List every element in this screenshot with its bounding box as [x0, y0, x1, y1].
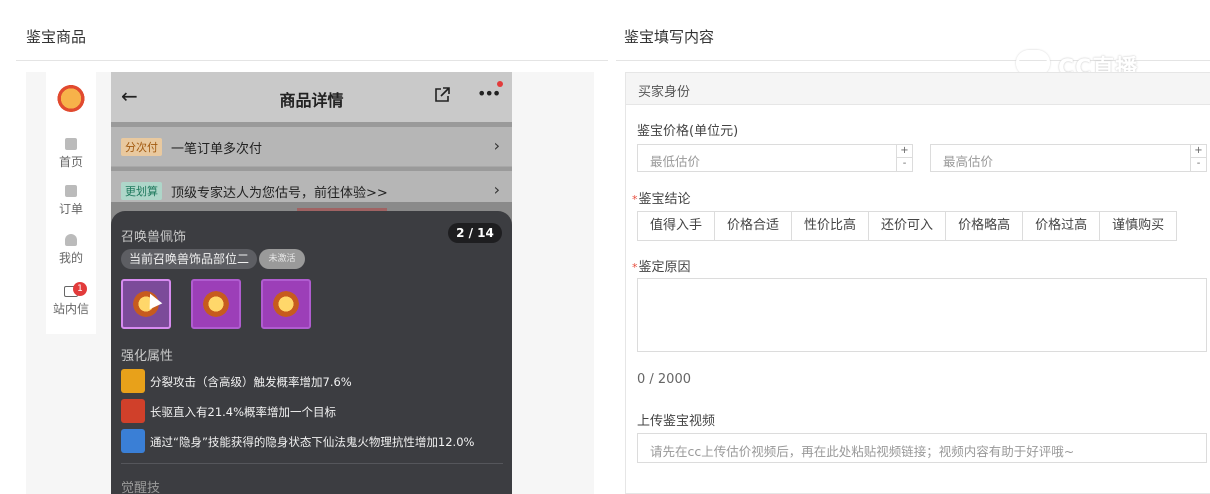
max-price-stepper[interactable]: + -: [1190, 145, 1206, 171]
home-icon: [65, 138, 77, 150]
nav-item-messages[interactable]: 1 站内信: [46, 282, 96, 317]
reason-label-text: 鉴定原因: [638, 260, 691, 275]
max-price-placeholder: 最高估价: [943, 154, 994, 169]
min-price-input[interactable]: 最低估价 + -: [637, 144, 913, 172]
video-link-placeholder: 请先在cc上传估价视频后，再在此处粘贴视频链接；视频内容有助于好评哦~: [650, 444, 1075, 459]
accessory-item-3[interactable]: [261, 279, 311, 329]
promo-tag: 更划算: [121, 182, 162, 200]
side-nav: 首页 订单 我的 1 站内信: [46, 72, 96, 334]
accessory-item-1[interactable]: [121, 279, 171, 329]
installment-tag: 分次付: [121, 138, 162, 156]
right-pane-title: 鉴宝填写内容: [624, 28, 715, 46]
option-bargain-ok[interactable]: 还价可入: [869, 212, 947, 240]
video-link-input[interactable]: 请先在cc上传估价视频后，再在此处粘贴视频链接；视频内容有助于好评哦~: [637, 433, 1207, 463]
unread-badge: 1: [73, 282, 87, 296]
max-price-input[interactable]: 最高估价 + -: [930, 144, 1207, 172]
option-be-cautious[interactable]: 谨慎购买: [1100, 212, 1177, 240]
skill-icon: [121, 369, 145, 393]
nav-item-orders[interactable]: 订单: [46, 185, 96, 217]
attribute-row: 长驱直入有21.4%概率增加一个目标: [121, 399, 511, 425]
attribute-text: 长驱直入有21.4%概率增加一个目标: [150, 405, 337, 419]
required-mark: *: [632, 193, 638, 206]
installment-text: 一笔订单多次付: [171, 142, 263, 157]
order-icon: [65, 185, 77, 197]
nav-label: 我的: [58, 251, 83, 265]
item-detail-popup: 召唤兽佩饰 2 / 14 当前召唤兽饰品部位二 未激活 强化属性 分裂攻击（含高…: [111, 211, 512, 494]
share-icon[interactable]: [433, 86, 451, 104]
awaken-section-title: 觉醒技: [121, 481, 161, 494]
left-divider: [16, 60, 608, 61]
person-icon: [65, 234, 77, 246]
conclusion-label: *鉴宝结论: [632, 188, 691, 207]
popup-divider: [121, 463, 503, 464]
phone-title: 商品详情: [279, 91, 344, 110]
gem-icon: [271, 289, 301, 319]
promo-text: 顶级专家达人为您估号，前往体验>>: [171, 186, 388, 201]
form-section-header: 买家身份: [626, 73, 1210, 105]
attribute-text: 分裂攻击（含高级）触发概率增加7.6%: [150, 375, 352, 389]
nav-label: 订单: [58, 202, 83, 216]
chevron-right-icon: ›: [493, 136, 500, 155]
buyer-identity-label: 买家身份: [638, 85, 691, 100]
nav-label: 站内信: [52, 302, 89, 316]
attribute-row: 通过“隐身”技能获得的隐身状态下仙法鬼火物理抗性增加12.0%: [121, 429, 511, 455]
phone-header: ← 商品详情 •••: [111, 72, 512, 122]
price-label: 鉴宝价格(单位元): [637, 124, 739, 139]
left-pane-title: 鉴宝商品: [26, 28, 87, 46]
reason-textarea[interactable]: [637, 278, 1207, 352]
inactive-mark: 未激活: [259, 249, 305, 269]
nav-label: 首页: [58, 155, 83, 169]
enhance-section-title: 强化属性: [121, 349, 174, 364]
required-mark: *: [632, 261, 638, 274]
video-label: 上传鉴宝视频: [637, 414, 716, 429]
option-too-high[interactable]: 价格过高: [1023, 212, 1101, 240]
char-counter: 0 / 2000: [637, 372, 691, 387]
min-price-stepper[interactable]: + -: [896, 145, 912, 171]
option-fair-price[interactable]: 价格合适: [715, 212, 793, 240]
decrement-button[interactable]: -: [897, 158, 912, 171]
attribute-row: 分裂攻击（含高级）触发概率增加7.6%: [121, 369, 511, 395]
slot-chip: 当前召唤兽饰品部位二: [121, 249, 258, 269]
page-indicator: 2 / 14: [448, 223, 502, 243]
nav-item-mine[interactable]: 我的: [46, 234, 96, 266]
conclusion-label-text: 鉴宝结论: [638, 192, 691, 207]
popup-title: 召唤兽佩饰: [121, 230, 187, 245]
nav-item-home[interactable]: 首页: [46, 138, 96, 170]
attribute-text: 通过“隐身”技能获得的隐身状态下仙法鬼火物理抗性增加12.0%: [150, 435, 475, 449]
option-good-value[interactable]: 性价比高: [792, 212, 870, 240]
accessory-item-2[interactable]: [191, 279, 241, 329]
notification-dot: [497, 81, 503, 87]
gem-icon: [201, 289, 231, 319]
min-price-placeholder: 最低估价: [650, 154, 701, 169]
increment-button[interactable]: +: [1191, 145, 1206, 158]
reason-label: *鉴定原因: [632, 256, 691, 275]
conclusion-options: 值得入手 价格合适 性价比高 还价可入 价格略高 价格过高 谨慎购买: [637, 211, 1178, 241]
skill-icon: [121, 399, 145, 423]
increment-button[interactable]: +: [897, 145, 912, 158]
decrement-button[interactable]: -: [1191, 158, 1206, 171]
option-slightly-high[interactable]: 价格略高: [946, 212, 1024, 240]
installment-row[interactable]: 分次付 一笔订单多次付 ›: [111, 127, 512, 167]
chevron-right-icon: ›: [493, 180, 500, 199]
skill-icon: [121, 429, 145, 453]
option-worth-buying[interactable]: 值得入手: [638, 212, 716, 240]
app-logo-icon: [56, 82, 86, 112]
more-icon[interactable]: •••: [477, 84, 501, 103]
